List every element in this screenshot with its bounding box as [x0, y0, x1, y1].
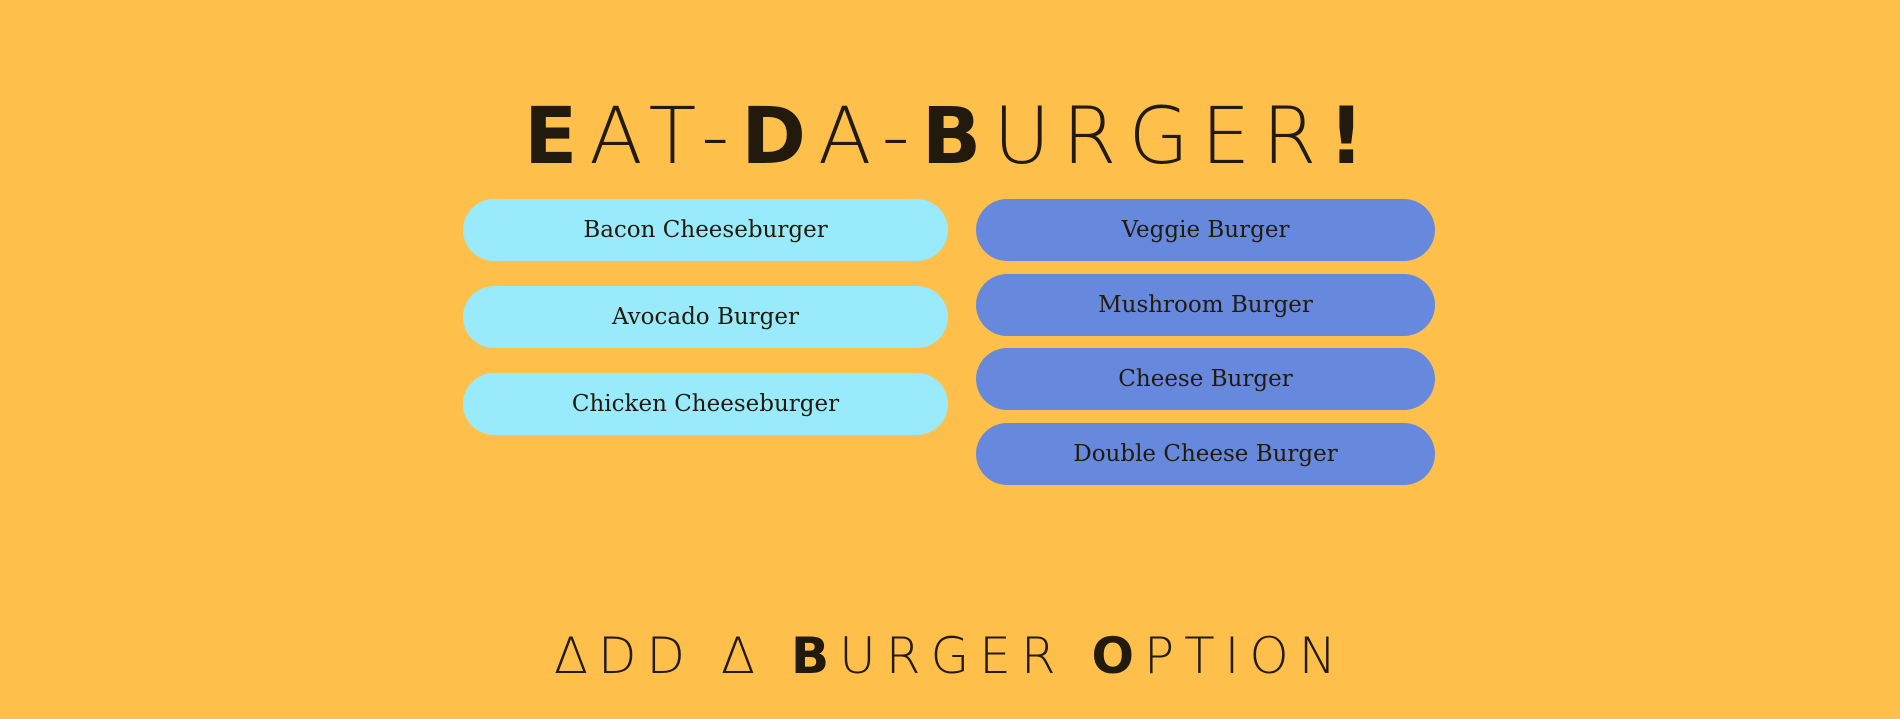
title-part: A-: [817, 92, 922, 183]
title-part: B: [921, 92, 994, 183]
burger-name: Double Cheese Burger: [1073, 441, 1338, 467]
heading-part: ΔDD Δ: [553, 626, 792, 685]
burger-name: Veggie Burger: [1121, 217, 1290, 243]
add-burger-heading: ΔDD Δ BURGER OPTION: [0, 626, 1900, 686]
burger-name: Mushroom Burger: [1098, 292, 1313, 318]
uneaten-burger-button[interactable]: Bacon Cheeseburger: [463, 199, 948, 261]
uneaten-burger-button[interactable]: Avocado Burger: [463, 286, 948, 348]
eaten-burger-button[interactable]: Cheese Burger: [976, 348, 1435, 410]
heading-part: B: [791, 626, 840, 685]
page-title: EAT-DA-BURGER!: [0, 92, 1900, 182]
title-part: AT-: [589, 92, 742, 183]
heading-part: URGER: [839, 626, 1092, 685]
title-part: E: [523, 92, 590, 183]
heading-part: O: [1091, 626, 1144, 685]
title-part: URGER: [993, 92, 1329, 183]
burger-name: Cheese Burger: [1118, 366, 1293, 392]
eaten-burger-button[interactable]: Veggie Burger: [976, 199, 1435, 261]
uneaten-burger-button[interactable]: Chicken Cheeseburger: [463, 373, 948, 435]
burger-name: Bacon Cheeseburger: [583, 217, 828, 243]
heading-part: PTION: [1143, 626, 1347, 685]
eaten-burger-button[interactable]: Mushroom Burger: [976, 274, 1435, 336]
eaten-burger-button[interactable]: Double Cheese Burger: [976, 423, 1435, 485]
title-part: D: [741, 92, 818, 183]
title-part: !: [1328, 92, 1377, 183]
burger-name: Avocado Burger: [611, 304, 800, 330]
burger-name: Chicken Cheeseburger: [571, 391, 840, 417]
